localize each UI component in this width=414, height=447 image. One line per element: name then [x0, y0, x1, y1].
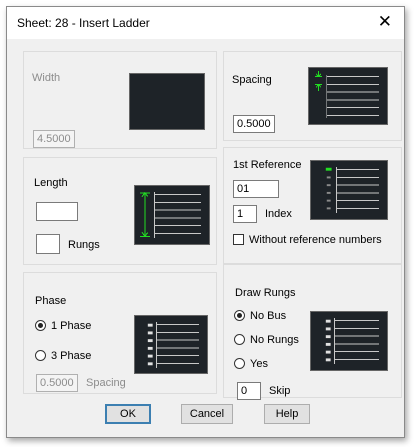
insert-ladder-dialog: Sheet: 28 - Insert Ladder ✕ Width 4.5000…: [6, 6, 405, 438]
spacing-group: Spacing 0.5000: [223, 51, 402, 141]
reference-preview: [310, 160, 388, 220]
cancel-button[interactable]: Cancel: [181, 404, 233, 424]
phase-group: Phase 1 Phase 3 Phase 0.5000 Spacing: [23, 272, 217, 394]
no-bus-radio[interactable]: [234, 310, 245, 321]
yes-radio[interactable]: [234, 358, 245, 369]
reference-label: 1st Reference: [233, 159, 302, 171]
length-label: Length: [34, 177, 68, 189]
length-preview: [134, 185, 210, 245]
one-phase-radio[interactable]: [35, 320, 46, 331]
phase-preview: [134, 315, 208, 374]
without-reference-checkbox[interactable]: [233, 234, 244, 245]
length-input[interactable]: [36, 202, 78, 221]
skip-input[interactable]: 0: [237, 382, 261, 400]
spacing-label: Spacing: [232, 74, 272, 86]
one-phase-label: 1 Phase: [51, 320, 92, 332]
yes-label: Yes: [250, 358, 268, 370]
phase-spacing-label: Spacing: [86, 377, 126, 389]
width-label: Width: [32, 72, 61, 84]
no-rungs-radio[interactable]: [234, 334, 245, 345]
draw-rungs-label: Draw Rungs: [235, 287, 296, 299]
draw-rungs-preview: [310, 311, 388, 371]
no-rungs-label: No Rungs: [250, 334, 299, 346]
length-group: Length Rungs: [23, 157, 217, 265]
index-label: Index: [265, 208, 292, 220]
phase-label: Phase: [35, 295, 67, 307]
rungs-input[interactable]: [36, 234, 60, 254]
spacing-input[interactable]: 0.5000: [233, 115, 275, 133]
width-input[interactable]: 4.5000: [33, 130, 75, 148]
width-preview: [129, 73, 205, 130]
rungs-label: Rungs: [68, 239, 100, 251]
title-bar: Sheet: 28 - Insert Ladder ✕: [7, 7, 404, 39]
close-icon[interactable]: ✕: [378, 12, 392, 32]
phase-spacing-input[interactable]: 0.5000: [36, 374, 78, 392]
draw-rungs-group: Draw Rungs No Bus No Rungs Yes 0 Skip: [223, 264, 402, 400]
without-reference-label: Without reference numbers: [249, 234, 382, 246]
no-bus-label: No Bus: [250, 310, 287, 322]
three-phase-label: 3 Phase: [51, 350, 92, 362]
index-input[interactable]: 1: [233, 205, 257, 223]
width-group: Width 4.5000: [23, 51, 217, 149]
reference-input[interactable]: 01: [233, 180, 279, 198]
dialog-title: Sheet: 28 - Insert Ladder: [17, 16, 150, 30]
help-button[interactable]: Help: [264, 404, 310, 424]
three-phase-radio[interactable]: [35, 350, 46, 361]
ok-button[interactable]: OK: [105, 404, 151, 424]
skip-label: Skip: [269, 385, 291, 397]
reference-group: 1st Reference 01 1 Index Without referen…: [223, 147, 402, 264]
spacing-preview: [308, 67, 388, 125]
